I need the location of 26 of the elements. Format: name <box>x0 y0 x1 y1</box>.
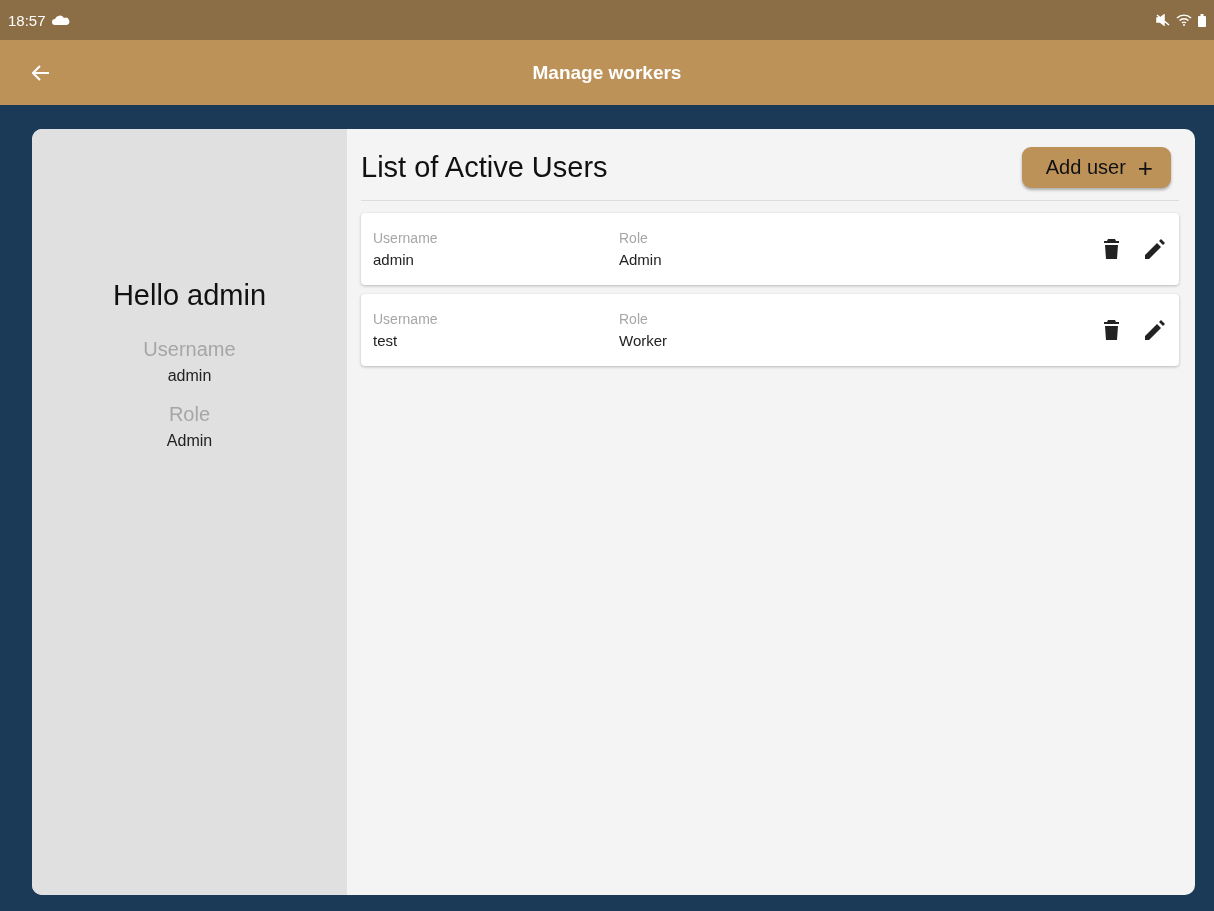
field-label: Role <box>619 230 649 246</box>
field-label: Username <box>373 230 439 246</box>
greeting: Hello admin <box>112 279 267 312</box>
username-value: test <box>373 332 399 349</box>
delete-icon[interactable] <box>1104 239 1119 259</box>
wifi-icon <box>1176 14 1192 26</box>
delete-icon[interactable] <box>1104 320 1119 340</box>
profile-value: admin <box>167 367 212 385</box>
cloud-icon <box>51 15 70 25</box>
edit-icon[interactable] <box>1145 239 1165 259</box>
profile-label: Username <box>143 338 236 361</box>
profile-value: Admin <box>166 432 213 450</box>
add-user-button[interactable]: Add user + <box>1021 147 1171 188</box>
list-title: List of Active Users <box>361 151 608 184</box>
role-value: Worker <box>619 332 669 349</box>
battery-icon <box>1198 13 1206 27</box>
status-time: 18:57 <box>8 11 46 29</box>
username-value: admin <box>373 251 415 268</box>
edit-icon[interactable] <box>1145 320 1165 340</box>
mute-icon <box>1156 14 1170 26</box>
role-value: Admin <box>619 251 663 268</box>
screen-title: Manage workers <box>532 61 682 84</box>
back-arrow-icon[interactable] <box>32 64 50 81</box>
field-label: Username <box>373 311 439 327</box>
profile-label: Role <box>168 403 211 426</box>
field-label: Role <box>619 311 649 327</box>
